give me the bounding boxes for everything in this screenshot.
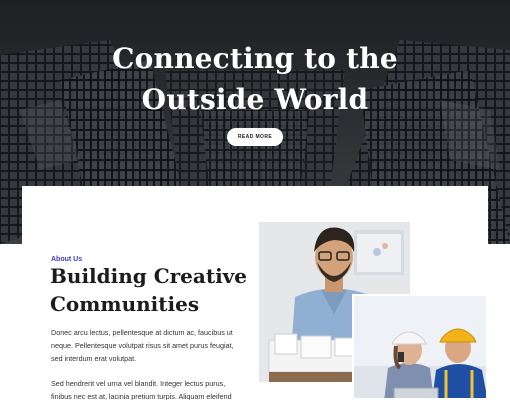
read-more-button[interactable]: READ MORE bbox=[227, 128, 283, 146]
about-heading-line-2: Communities bbox=[50, 292, 200, 316]
hero-title: Connecting to the Outside World bbox=[0, 38, 510, 120]
about-paragraph-1: Donec arcu lectus, pellentesque at dictu… bbox=[51, 328, 234, 363]
about-heading-line-1: Building Creative bbox=[50, 264, 248, 288]
engineers-photo bbox=[352, 294, 488, 400]
hero-title-line-1: Connecting to the bbox=[112, 42, 398, 75]
hero-title-line-2: Outside World bbox=[141, 83, 369, 116]
about-paragraph-2: Sed hendrerit vel urna vel blandit. Inte… bbox=[51, 379, 232, 400]
about-heading: Building Creative Communities bbox=[50, 262, 250, 318]
